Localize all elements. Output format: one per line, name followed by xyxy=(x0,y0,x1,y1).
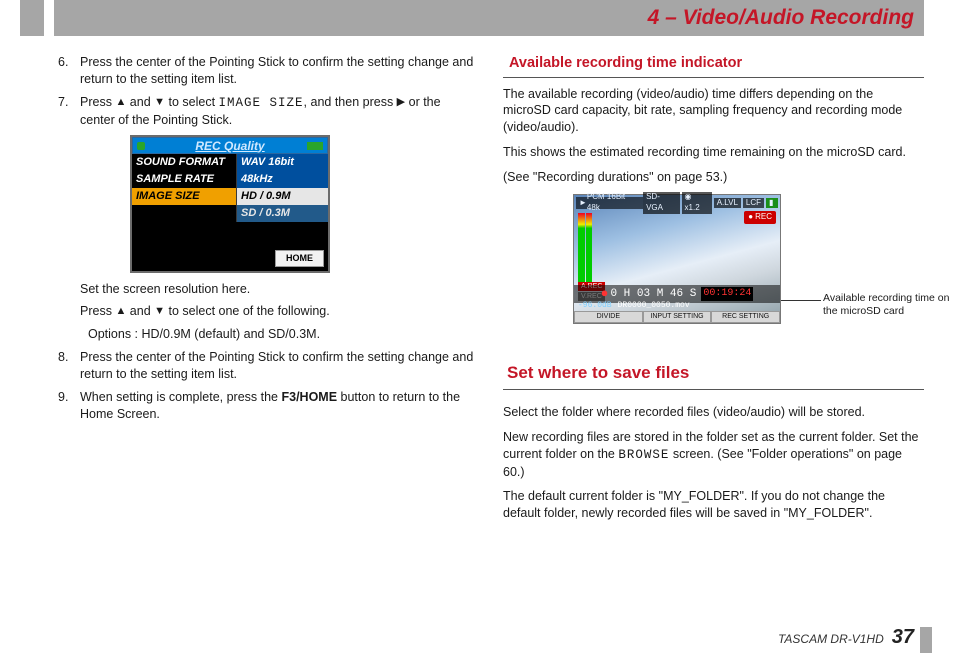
step-6-text: Press the center of the Pointing Stick t… xyxy=(80,55,473,86)
ss2-btn-input: INPUT SETTING xyxy=(643,311,712,323)
ss2-sdvga: SD-VGA xyxy=(643,192,679,214)
p3: (See "Recording durations" on page 53.) xyxy=(503,169,924,186)
f3-home-bold: F3/HOME xyxy=(281,390,337,404)
ss2-rec-badge: REC xyxy=(744,211,776,224)
right-triangle-icon: ▶ xyxy=(397,95,405,110)
recording-screen-screenshot: ► PCM 16Bit 48k SD-VGA ◉ x1.2 A.LVL LCF … xyxy=(573,194,781,324)
t: x1.2 xyxy=(685,203,700,212)
callout-line xyxy=(781,300,821,301)
ss1-row-sound: SOUND FORMAT WAV 16bit xyxy=(132,154,328,171)
t: , and then press xyxy=(304,95,397,109)
footer-decor xyxy=(920,627,932,653)
ss2-timer-main: 0 H 03 M 46 S xyxy=(610,287,696,302)
ss1-title: REC Quality xyxy=(132,137,328,154)
step-8: Press the center of the Pointing Stick t… xyxy=(54,349,475,383)
ss1-sound-value: WAV 16bit xyxy=(236,154,328,171)
step-6: Press the center of the Pointing Stick t… xyxy=(54,54,475,88)
ss2-alvl: A.LVL xyxy=(714,198,741,209)
p5: New recording files are stored in the fo… xyxy=(503,429,924,481)
t: and xyxy=(126,304,154,318)
ss1-sample-value: 48kHz xyxy=(236,171,328,188)
ss2-filename-row: -96.0dB DR0000_0050.mov xyxy=(574,302,780,311)
ss2-btn-rec: REC SETTING xyxy=(711,311,780,323)
down-triangle-icon: ▼ xyxy=(154,304,165,319)
level-meter-icon xyxy=(578,213,592,289)
ss2-lens-icon: ◉ x1.2 xyxy=(682,192,712,214)
footer-model: TASCAM DR-V1HD xyxy=(778,631,884,647)
step-8-text: Press the center of the Pointing Stick t… xyxy=(80,350,473,381)
p1: The available recording (video/audio) ti… xyxy=(503,86,924,137)
ss1-row-sample: SAMPLE RATE 48kHz xyxy=(132,171,328,188)
p4: Select the folder where recorded files (… xyxy=(503,404,924,421)
step-7-sub2: Press ▲ and ▼ to select one of the follo… xyxy=(80,303,475,320)
t: Press xyxy=(80,95,115,109)
step-9: When setting is complete, press the F3/H… xyxy=(54,389,475,423)
ss1-image-hd: HD / 0.9M xyxy=(236,188,328,205)
chapter-header: 4 – Video/Audio Recording xyxy=(54,0,924,36)
callout-label: Available recording time on the microSD … xyxy=(823,292,954,317)
mono-image-size: IMAGE SIZE xyxy=(219,96,304,110)
p2: This shows the estimated recording time … xyxy=(503,144,924,161)
ss2-wrapper: ► PCM 16Bit 48k SD-VGA ◉ x1.2 A.LVL LCF … xyxy=(503,194,924,334)
ss1-row-image: IMAGE SIZE HD / 0.9M xyxy=(132,188,328,205)
ss2-soft-buttons: DIVIDE INPUT SETTING REC SETTING xyxy=(574,311,780,323)
t: to select one of the following. xyxy=(165,304,330,318)
page-body: Press the center of the Pointing Stick t… xyxy=(0,36,954,530)
up-triangle-icon: ▲ xyxy=(115,304,126,319)
step-7-sub3: Options : HD/0.9M (default) and SD/0.3M. xyxy=(80,326,475,343)
ss1-image-label: IMAGE SIZE xyxy=(132,188,236,205)
ss1-sound-label: SOUND FORMAT xyxy=(132,154,236,171)
ss2-lcf: LCF xyxy=(743,198,764,209)
chapter-title: 4 – Video/Audio Recording xyxy=(648,4,914,32)
t: to select xyxy=(165,95,219,109)
step-7: Press ▲ and ▼ to select IMAGE SIZE, and … xyxy=(54,94,475,343)
ss1-image-sd: SD / 0.3M xyxy=(236,205,328,222)
battery-icon: ▮ xyxy=(766,198,778,209)
steps-list: Press the center of the Pointing Stick t… xyxy=(54,54,475,423)
available-recording-heading: Available recording time indicator xyxy=(503,54,924,78)
set-where-heading: Set where to save files xyxy=(503,362,924,390)
ss1-row-sd: SD / 0.3M xyxy=(132,205,328,222)
ss2-pcm: ► PCM 16Bit 48k xyxy=(576,197,643,209)
t: Press xyxy=(80,304,115,318)
right-column: Available recording time indicator The a… xyxy=(503,54,924,530)
t: and xyxy=(126,95,154,109)
ss2-btn-divide: DIVIDE xyxy=(574,311,643,323)
step-7-sub1: Set the screen resolution here. xyxy=(80,281,475,298)
down-triangle-icon: ▼ xyxy=(154,95,165,110)
ss1-home-button: HOME xyxy=(275,250,324,266)
ss1-empty xyxy=(132,205,236,222)
p6: The default current folder is "MY_FOLDER… xyxy=(503,488,924,522)
rec-quality-screenshot: REC Quality SOUND FORMAT WAV 16bit SAMPL… xyxy=(130,135,330,273)
ss2-timer-remain: 00:19:24 xyxy=(701,287,753,301)
up-triangle-icon: ▲ xyxy=(115,95,126,110)
t: PCM 16Bit 48k xyxy=(587,192,640,214)
left-column: Press the center of the Pointing Stick t… xyxy=(54,54,475,530)
ss2-right-icons: SD-VGA ◉ x1.2 A.LVL LCF ▮ xyxy=(643,197,778,209)
ss2-topbar: ► PCM 16Bit 48k SD-VGA ◉ x1.2 A.LVL LCF … xyxy=(576,197,778,209)
mono-browse: BROWSE xyxy=(618,448,669,462)
footer-page-number: 37 xyxy=(892,624,914,651)
t: When setting is complete, press the xyxy=(80,390,281,404)
ss1-sample-label: SAMPLE RATE xyxy=(132,171,236,188)
page-footer: TASCAM DR-V1HD 37 xyxy=(778,624,914,651)
